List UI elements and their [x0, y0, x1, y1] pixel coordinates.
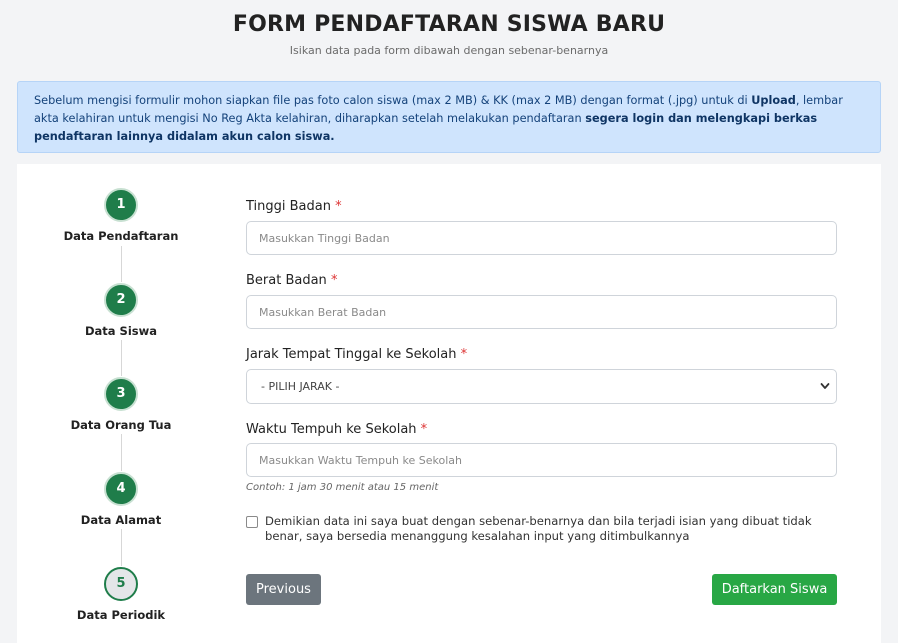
waktu-tempuh-hint: Contoh: 1 jam 30 menit atau 15 menit — [246, 482, 439, 493]
waktu-tempuh-label: Waktu Tempuh ke Sekolah * — [246, 422, 427, 437]
step-label: Data Orang Tua — [70, 418, 172, 432]
tinggi-badan-label: Tinggi Badan * — [246, 199, 342, 214]
waktu-tempuh-label-text: Waktu Tempuh ke Sekolah — [246, 422, 417, 437]
page-subtitle: Isikan data pada form dibawah dengan seb… — [289, 44, 609, 57]
required-mark: * — [460, 347, 468, 362]
berat-badan-input[interactable] — [246, 295, 837, 329]
agreement-checkbox[interactable] — [246, 516, 258, 528]
step-label: Data Siswa — [84, 324, 158, 338]
step-connector — [121, 340, 122, 376]
page-title: FORM PENDAFTARAN SISWA BARU — [232, 12, 666, 37]
step-label: Data Alamat — [80, 513, 162, 527]
step-label: Data Pendaftaran — [63, 229, 179, 243]
waktu-tempuh-input[interactable] — [246, 443, 837, 477]
required-mark: * — [420, 422, 428, 437]
previous-button[interactable]: Previous — [246, 574, 321, 605]
jarak-select-value: - PILIH JARAK - — [261, 380, 340, 393]
page-header: FORM PENDAFTARAN SISWA BARU Isikan data … — [0, 12, 898, 57]
alert-text-part1: Sebelum mengisi formulir mohon siapkan f… — [34, 94, 752, 107]
step-connector — [121, 246, 122, 282]
berat-badan-label: Berat Badan * — [246, 273, 337, 288]
berat-badan-label-text: Berat Badan — [246, 273, 327, 288]
jarak-select[interactable]: - PILIH JARAK - — [246, 369, 837, 404]
step-label: Data Periodik — [76, 608, 166, 622]
jarak-label-text: Jarak Tempat Tinggal ke Sekolah — [246, 347, 457, 362]
required-mark: * — [330, 273, 338, 288]
chevron-down-icon — [820, 383, 830, 389]
jarak-label: Jarak Tempat Tinggal ke Sekolah * — [246, 347, 467, 362]
step-connector — [121, 529, 122, 566]
agreement-text: Demikian data ini saya buat dengan seben… — [265, 514, 812, 543]
step-number-active: 5 — [104, 567, 138, 601]
step-number: 4 — [104, 472, 138, 506]
step-number: 2 — [104, 283, 138, 317]
tinggi-badan-label-text: Tinggi Badan — [246, 199, 331, 214]
step-number: 3 — [104, 377, 138, 411]
required-mark: * — [335, 199, 342, 214]
tinggi-badan-input[interactable] — [246, 221, 837, 255]
info-alert: Sebelum mengisi formulir mohon siapkan f… — [17, 81, 881, 153]
step-number: 1 — [104, 188, 138, 222]
alert-upload-word: Upload — [751, 94, 796, 107]
daftarkan-siswa-button[interactable]: Daftarkan Siswa — [712, 574, 837, 605]
step-connector — [121, 434, 122, 471]
